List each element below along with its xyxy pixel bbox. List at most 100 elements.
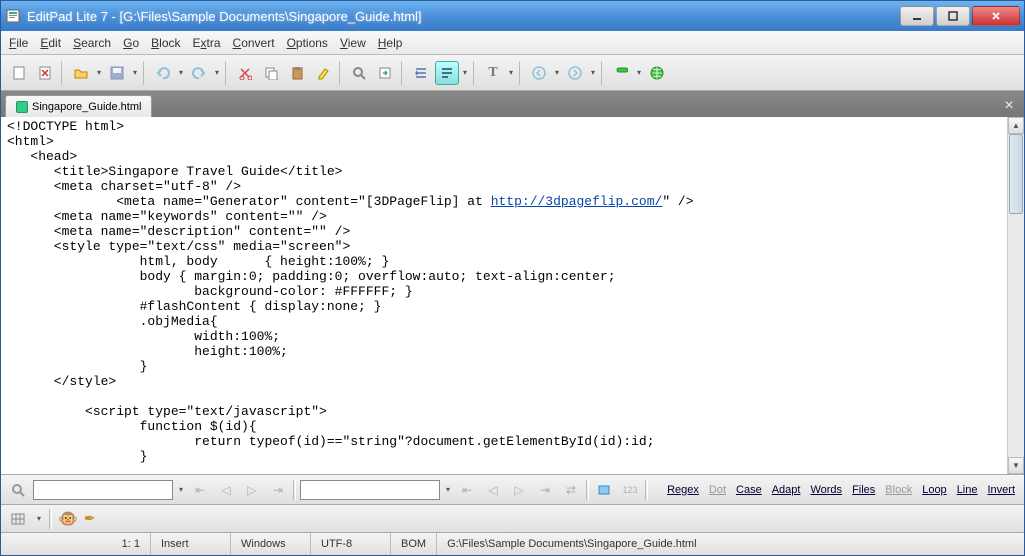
web-button[interactable] bbox=[645, 61, 669, 85]
opt-dot[interactable]: Dot bbox=[706, 484, 729, 496]
copy-button[interactable] bbox=[259, 61, 283, 85]
menu-convert[interactable]: Convert bbox=[233, 36, 275, 50]
opt-regex[interactable]: Regex bbox=[664, 484, 702, 496]
menu-edit[interactable]: Edit bbox=[40, 36, 61, 50]
search-history-dropdown[interactable]: ▾ bbox=[177, 485, 185, 494]
replace-prev-icon[interactable]: ◁ bbox=[482, 479, 504, 501]
opt-loop[interactable]: Loop bbox=[919, 484, 949, 496]
toolbar-separator bbox=[61, 61, 65, 85]
menu-file[interactable]: File bbox=[9, 36, 28, 50]
open-button[interactable] bbox=[69, 61, 93, 85]
highlight-button[interactable] bbox=[311, 61, 335, 85]
monkey-icon[interactable]: 🐵 bbox=[58, 509, 78, 529]
separator bbox=[645, 480, 648, 500]
toolbar-separator bbox=[401, 61, 405, 85]
font-button[interactable]: T bbox=[481, 61, 505, 85]
save-dropdown[interactable]: ▾ bbox=[131, 68, 139, 77]
nav-fwd-button[interactable] bbox=[563, 61, 587, 85]
editor-area: <!DOCTYPE html> <html> <head> <title>Sin… bbox=[1, 117, 1024, 475]
menubar: File Edit Search Go Block Extra Convert … bbox=[1, 31, 1024, 55]
titlebar[interactable]: EditPad Lite 7 - [G:\Files\Sample Docume… bbox=[1, 1, 1024, 31]
wrap-dropdown[interactable]: ▾ bbox=[461, 68, 469, 77]
menu-go[interactable]: Go bbox=[123, 36, 139, 50]
separator bbox=[49, 509, 52, 529]
redo-button[interactable] bbox=[187, 61, 211, 85]
scrollbar-track[interactable] bbox=[1008, 134, 1024, 457]
menu-help[interactable]: Help bbox=[378, 36, 403, 50]
opt-line[interactable]: Line bbox=[954, 484, 981, 496]
opt-case[interactable]: Case bbox=[733, 484, 765, 496]
undo-dropdown[interactable]: ▾ bbox=[177, 68, 185, 77]
status-line-endings[interactable]: Windows bbox=[231, 533, 311, 555]
window-controls bbox=[900, 6, 1020, 26]
paste-button[interactable] bbox=[285, 61, 309, 85]
feather-icon[interactable]: ✒ bbox=[84, 510, 96, 527]
status-insert-mode[interactable]: Insert bbox=[151, 533, 231, 555]
toolbar-separator bbox=[339, 61, 343, 85]
replace-first-icon[interactable]: ⇤ bbox=[456, 479, 478, 501]
opt-adapt[interactable]: Adapt bbox=[769, 484, 804, 496]
find-button[interactable] bbox=[347, 61, 371, 85]
tab-bar: Singapore_Guide.html × bbox=[1, 91, 1024, 117]
tab-close-icon[interactable]: × bbox=[998, 95, 1020, 117]
goto-button[interactable] bbox=[373, 61, 397, 85]
count-icon[interactable]: 123 bbox=[619, 479, 641, 501]
separator bbox=[586, 480, 589, 500]
minimize-button[interactable] bbox=[900, 6, 934, 26]
replace-history-dropdown[interactable]: ▾ bbox=[444, 485, 452, 494]
close-file-button[interactable] bbox=[33, 61, 57, 85]
status-bom[interactable]: BOM bbox=[391, 533, 437, 555]
find-prev-icon[interactable]: ◁ bbox=[215, 479, 237, 501]
maximize-button[interactable] bbox=[936, 6, 970, 26]
toolbar-separator bbox=[601, 61, 605, 85]
menu-extra[interactable]: Extra bbox=[193, 36, 221, 50]
menu-block[interactable]: Block bbox=[151, 36, 180, 50]
scroll-up-icon[interactable]: ▲ bbox=[1008, 117, 1024, 134]
bookmark-button[interactable] bbox=[609, 61, 633, 85]
status-filepath[interactable]: G:\Files\Sample Documents\Singapore_Guid… bbox=[437, 533, 1024, 555]
find-next-icon[interactable]: ▷ bbox=[241, 479, 263, 501]
open-dropdown[interactable]: ▾ bbox=[95, 68, 103, 77]
replace-last-icon[interactable]: ⇥ bbox=[534, 479, 556, 501]
status-encoding[interactable]: UTF-8 bbox=[311, 533, 391, 555]
menu-search[interactable]: Search bbox=[73, 36, 111, 50]
search-input[interactable] bbox=[33, 480, 173, 500]
replace-next-icon[interactable]: ▷ bbox=[508, 479, 530, 501]
code-editor[interactable]: <!DOCTYPE html> <html> <head> <title>Sin… bbox=[1, 117, 1007, 474]
app-icon bbox=[5, 8, 21, 24]
nav-fwd-dropdown[interactable]: ▾ bbox=[589, 68, 597, 77]
search-icon[interactable] bbox=[7, 479, 29, 501]
redo-dropdown[interactable]: ▾ bbox=[213, 68, 221, 77]
charmap-dropdown[interactable]: ▾ bbox=[35, 514, 43, 523]
charmap-icon[interactable] bbox=[7, 508, 29, 530]
nav-back-button[interactable] bbox=[527, 61, 551, 85]
find-first-icon[interactable]: ⇤ bbox=[189, 479, 211, 501]
menu-view[interactable]: View bbox=[340, 36, 366, 50]
window-title: EditPad Lite 7 - [G:\Files\Sample Docume… bbox=[27, 9, 900, 24]
opt-words[interactable]: Words bbox=[807, 484, 845, 496]
opt-files[interactable]: Files bbox=[849, 484, 878, 496]
font-dropdown[interactable]: ▾ bbox=[507, 68, 515, 77]
scroll-down-icon[interactable]: ▼ bbox=[1008, 457, 1024, 474]
nav-back-dropdown[interactable]: ▾ bbox=[553, 68, 561, 77]
save-button[interactable] bbox=[105, 61, 129, 85]
new-file-button[interactable] bbox=[7, 61, 31, 85]
wrap-button[interactable] bbox=[435, 61, 459, 85]
document-tab[interactable]: Singapore_Guide.html bbox=[5, 95, 152, 117]
close-button[interactable] bbox=[972, 6, 1020, 26]
url-link[interactable]: http://3dpageflip.com/ bbox=[491, 194, 663, 209]
replace-input[interactable] bbox=[300, 480, 440, 500]
bookmark-dropdown[interactable]: ▾ bbox=[635, 68, 643, 77]
replace-all-icon[interactable]: ⇄ bbox=[560, 479, 582, 501]
indent-button[interactable] bbox=[409, 61, 433, 85]
vertical-scrollbar[interactable]: ▲ ▼ bbox=[1007, 117, 1024, 474]
undo-button[interactable] bbox=[151, 61, 175, 85]
opt-block[interactable]: Block bbox=[882, 484, 915, 496]
opt-invert[interactable]: Invert bbox=[984, 484, 1018, 496]
cut-button[interactable] bbox=[233, 61, 257, 85]
find-last-icon[interactable]: ⇥ bbox=[267, 479, 289, 501]
highlight-all-icon[interactable] bbox=[593, 479, 615, 501]
menu-options[interactable]: Options bbox=[287, 36, 328, 50]
status-position[interactable]: 1: 1 bbox=[1, 533, 151, 555]
scrollbar-thumb[interactable] bbox=[1009, 134, 1023, 214]
